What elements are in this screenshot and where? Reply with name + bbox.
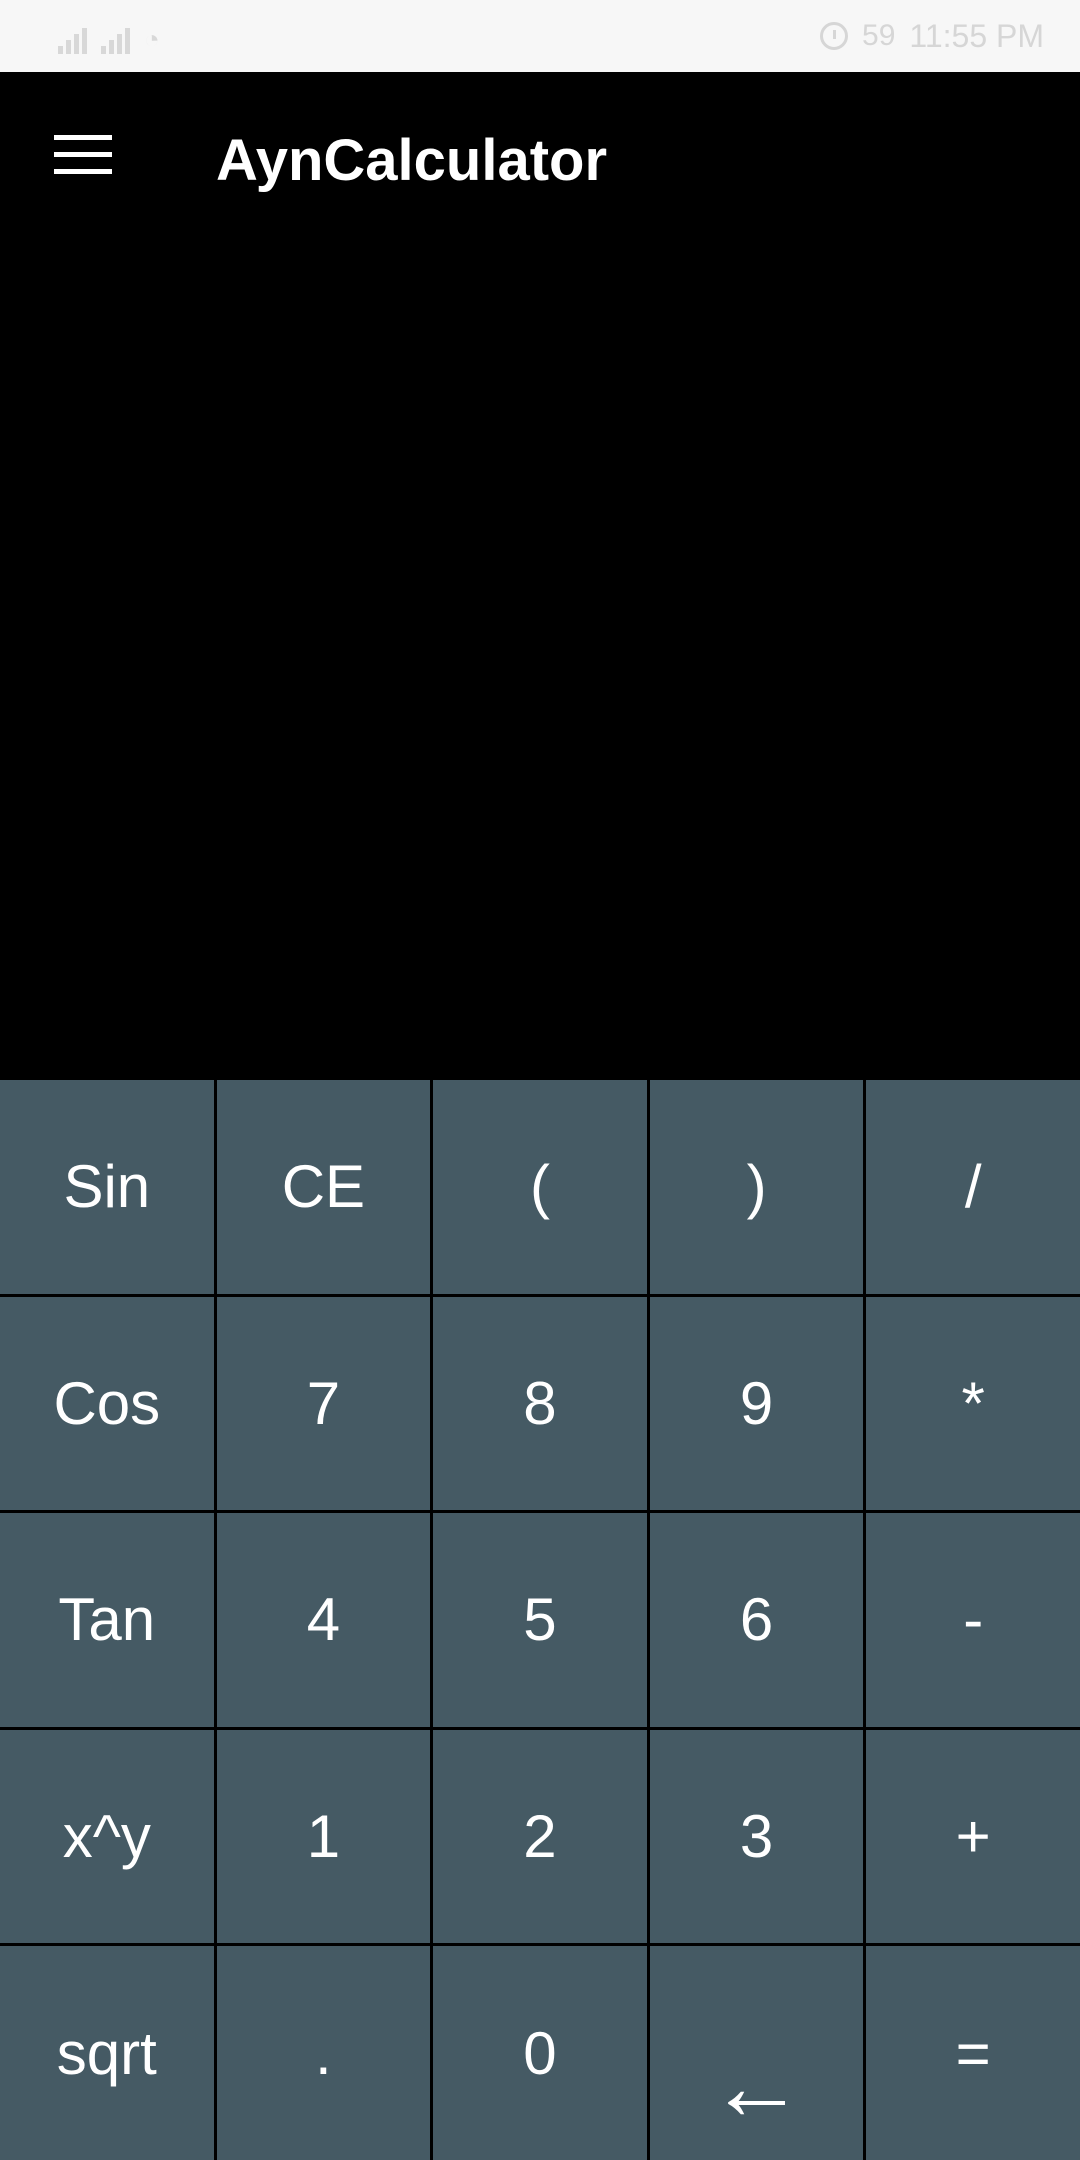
signal-icon — [58, 24, 87, 54]
subtract-button[interactable]: - — [866, 1513, 1080, 1727]
decimal-button[interactable]: . — [216, 1946, 431, 2160]
app-bar: AynCalculator — [0, 72, 1080, 242]
keypad: Sin CE ( ) / Cos 7 8 9 * Tan 4 5 6 - x^y… — [0, 1080, 1080, 2160]
divide-button[interactable]: / — [866, 1080, 1080, 1294]
status-time: 11:55 PM — [909, 17, 1044, 54]
digit-7-button[interactable]: 7 — [216, 1296, 431, 1511]
digit-6-button[interactable]: 6 — [649, 1513, 864, 1727]
status-bar: ◔ 59 11:55 PM — [0, 0, 1080, 72]
digit-5-button[interactable]: 5 — [433, 1513, 647, 1727]
hamburger-menu-icon — [54, 135, 112, 175]
close-paren-button[interactable]: ) — [649, 1080, 864, 1294]
digit-4-button[interactable]: 4 — [216, 1513, 431, 1727]
alarm-icon — [820, 22, 849, 50]
status-right: 59 11:55 PM — [820, 16, 1044, 56]
menu-button[interactable] — [40, 112, 126, 198]
cos-button[interactable]: Cos — [0, 1296, 214, 1511]
digit-0-button[interactable]: 0 — [433, 1946, 647, 2160]
open-paren-button[interactable]: ( — [433, 1080, 647, 1294]
power-button[interactable]: x^y — [0, 1729, 214, 1944]
digit-3-button[interactable]: 3 — [649, 1729, 864, 1944]
battery-level: 59 — [862, 19, 896, 52]
digit-2-button[interactable]: 2 — [433, 1729, 647, 1944]
backspace-button[interactable]: ← — [649, 1946, 864, 2160]
add-button[interactable]: + — [866, 1729, 1080, 1944]
status-left: ◔ — [58, 18, 160, 54]
equals-button[interactable]: = — [866, 1946, 1080, 2160]
digit-1-button[interactable]: 1 — [216, 1729, 431, 1944]
digit-9-button[interactable]: 9 — [649, 1296, 864, 1511]
app-title: AynCalculator — [216, 128, 608, 193]
wifi-icon: ◔ — [144, 24, 160, 54]
calculator-display — [0, 242, 1080, 1080]
clear-entry-button[interactable]: CE — [216, 1080, 431, 1294]
digit-8-button[interactable]: 8 — [433, 1296, 647, 1511]
signal-icon — [101, 24, 130, 54]
sin-button[interactable]: Sin — [0, 1080, 214, 1294]
sqrt-button[interactable]: sqrt — [0, 1946, 214, 2160]
tan-button[interactable]: Tan — [0, 1513, 214, 1727]
multiply-button[interactable]: * — [866, 1296, 1080, 1511]
